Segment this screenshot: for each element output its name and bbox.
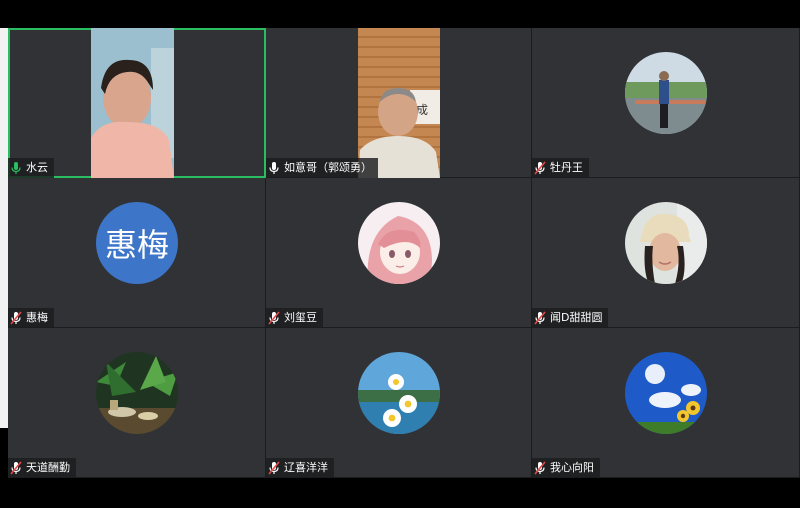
name-tag: 牡丹王 [532,158,589,178]
avatar [358,352,440,434]
microphone-muted-icon [10,311,22,325]
participant-tile-shuiyun[interactable]: 水云 [8,28,266,178]
participant-name: 天道酬勤 [26,461,70,474]
participant-name: 辽喜洋洋 [284,461,328,474]
avatar [625,352,707,434]
participant-name: 刘玺豆 [284,311,317,324]
participant-name: 水云 [26,161,48,174]
side-panel-edge[interactable] [0,28,8,428]
participant-tile-tiandaochouqin[interactable]: 天道酬勤 [8,328,266,478]
avatar [625,52,707,134]
participant-tile-ruyige[interactable]: 成 如意哥（郭颂勇） [266,28,532,178]
participant-name: 惠梅 [26,311,48,324]
name-tag: 我心向阳 [532,458,600,478]
name-tag: 辽喜洋洋 [266,458,334,478]
participant-tile-wendtiantianyuan[interactable]: 闻D甜甜圆 [532,178,800,328]
name-tag: 闻D甜甜圆 [532,308,609,328]
participant-tile-woxinxiangyang[interactable]: 我心向阳 [532,328,800,478]
name-tag: 刘玺豆 [266,308,323,328]
name-tag: 惠梅 [8,308,54,328]
microphone-muted-icon [534,461,546,475]
bottom-bar [0,478,800,508]
participant-video [91,28,174,178]
participant-tile-mudanwang[interactable]: 牡丹王 [532,28,800,178]
avatar [625,202,707,284]
name-tag: 天道酬勤 [8,458,76,478]
name-tag: 水云 [8,158,54,178]
microphone-muted-icon [268,461,280,475]
avatar [96,352,178,434]
name-tag: 如意哥（郭颂勇） [266,158,378,178]
microphone-muted-icon [268,311,280,325]
microphone-muted-icon [10,461,22,475]
participant-name: 我心向阳 [550,461,594,474]
microphone-icon [269,162,279,174]
top-bar [0,0,800,28]
participant-grid: 水云 成 如意哥（郭颂勇） 牡丹王 惠梅 惠梅 刘玺豆 闻D甜甜圆 天道酬勤 辽… [8,28,800,478]
microphone-icon [11,162,21,174]
participant-tile-liaoxiyangyang[interactable]: 辽喜洋洋 [266,328,532,478]
participant-name: 如意哥（郭颂勇） [284,161,372,174]
participant-tile-liuxidou[interactable]: 刘玺豆 [266,178,532,328]
avatar [358,202,440,284]
microphone-muted-icon [534,311,546,325]
participant-video: 成 [358,28,440,178]
microphone-muted-icon [534,161,546,175]
avatar: 惠梅 [96,202,178,284]
participant-name: 牡丹王 [550,161,583,174]
participant-tile-huimei[interactable]: 惠梅 惠梅 [8,178,266,328]
participant-name: 闻D甜甜圆 [550,311,603,324]
